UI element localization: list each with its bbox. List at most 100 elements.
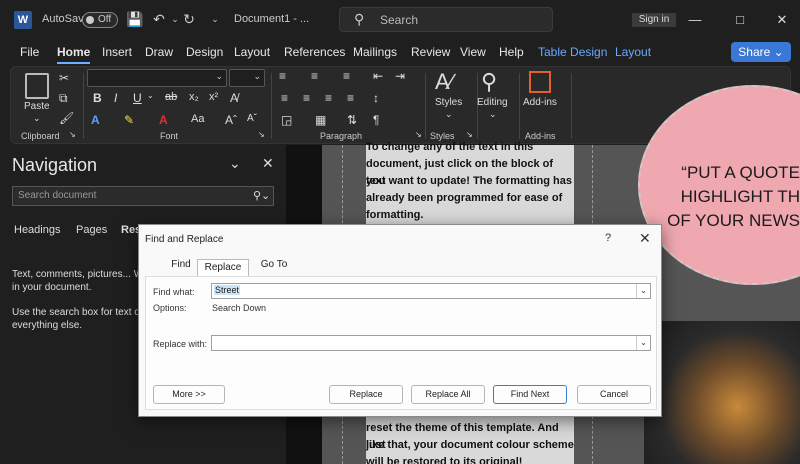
share-button[interactable]: Share ⌄	[731, 42, 791, 62]
title-search-box[interactable]: ⚲ Search	[339, 7, 553, 32]
find-replace-dialog: Find and Replace ? ✕ Find Replace Go To …	[138, 224, 662, 417]
shrink-font-icon[interactable]: Aˇ	[247, 113, 257, 124]
replace-all-button[interactable]: Replace All	[411, 385, 485, 404]
borders-icon[interactable]: ▦	[315, 113, 326, 127]
food-photo[interactable]	[644, 321, 800, 464]
styles-launcher-icon[interactable]: ↘	[466, 130, 473, 139]
change-case-icon[interactable]: Aa	[191, 113, 204, 125]
tab-design[interactable]: Design	[186, 45, 223, 59]
tab-home[interactable]: Home	[57, 45, 91, 64]
cancel-button[interactable]: Cancel	[577, 385, 651, 404]
tab-mailings[interactable]: Mailings	[353, 45, 397, 59]
superscript-icon[interactable]: x²	[209, 91, 218, 103]
shading-icon[interactable]: ◲	[281, 113, 292, 127]
minimize-icon[interactable]: —	[683, 8, 707, 32]
ribbon-tabs: File Home Insert Draw Design Layout Refe…	[0, 40, 800, 64]
copy-icon[interactable]: ⧉	[59, 91, 68, 106]
font-color-icon[interactable]: A	[159, 113, 168, 127]
paste-label[interactable]: Paste	[24, 101, 50, 112]
font-size-combo[interactable]: ⌄	[229, 69, 265, 87]
add-ins-icon[interactable]	[529, 71, 551, 93]
replace-with-label: Replace with:	[153, 339, 208, 349]
paragraph-launcher-icon[interactable]: ↘	[415, 130, 422, 139]
highlight-icon[interactable]: ✎	[124, 113, 134, 127]
nav-options-icon[interactable]: ⌄	[229, 155, 241, 172]
chevron-down-icon[interactable]: ⌄	[636, 336, 650, 350]
tab-table-layout[interactable]: Layout	[615, 45, 651, 59]
show-marks-icon[interactable]: ¶	[373, 113, 379, 127]
sign-in-button[interactable]: Sign in	[632, 13, 676, 27]
nav-tab-pages[interactable]: Pages	[76, 224, 107, 236]
dialog-tab-replace[interactable]: Replace	[197, 259, 249, 277]
subscript-icon[interactable]: x₂	[189, 91, 199, 103]
clipboard-launcher-icon[interactable]: ↘	[69, 130, 76, 139]
paste-dropdown-icon[interactable]: ⌄	[33, 113, 41, 124]
tab-insert[interactable]: Insert	[102, 45, 132, 59]
align-center-icon[interactable]: ≡	[303, 91, 310, 105]
replace-with-input[interactable]: ⌄	[211, 335, 651, 351]
tab-file[interactable]: File	[20, 45, 39, 59]
clear-formatting-icon[interactable]: A̸	[230, 91, 238, 105]
close-window-icon[interactable]: ✕	[770, 8, 794, 32]
dialog-help-button[interactable]: ?	[605, 232, 611, 244]
nav-tab-headings[interactable]: Headings	[14, 224, 60, 236]
editing-search-icon[interactable]: ⚲	[481, 69, 497, 95]
clipboard-group-label: Clipboard	[21, 131, 60, 141]
maximize-icon[interactable]: □	[728, 8, 752, 32]
bullets-icon[interactable]: ≡	[279, 69, 286, 83]
grow-font-icon[interactable]: Aˆ	[225, 113, 237, 127]
doc-text-line: like that, your document colour scheme	[366, 439, 574, 451]
styles-label[interactable]: Styles	[435, 97, 462, 108]
strikethrough-icon[interactable]: ab	[165, 91, 177, 103]
tab-view[interactable]: View	[460, 45, 486, 59]
search-icon[interactable]: ⚲⌄	[253, 189, 270, 202]
text-effects-icon[interactable]: A	[91, 113, 100, 127]
tab-references[interactable]: References	[284, 45, 345, 59]
customize-toolbar-icon[interactable]: ⌄	[206, 10, 224, 28]
font-launcher-icon[interactable]: ↘	[258, 130, 265, 139]
more-button[interactable]: More >>	[153, 385, 225, 404]
numbering-icon[interactable]: ≡	[311, 69, 318, 83]
document-title: Document1 - ...	[234, 13, 310, 25]
find-what-input[interactable]: Street ⌄	[211, 283, 651, 299]
align-left-icon[interactable]: ≡	[281, 91, 288, 105]
styles-dropdown-icon[interactable]: ⌄	[445, 109, 453, 120]
save-icon[interactable]: 💾	[126, 10, 144, 28]
navigation-title: Navigation	[12, 155, 98, 175]
nav-close-icon[interactable]: ✕	[262, 155, 274, 172]
dialog-tab-find[interactable]: Find	[161, 259, 201, 277]
format-painter-icon[interactable]: 🖌	[59, 111, 74, 125]
bold-icon[interactable]: B	[93, 91, 102, 105]
paragraph-group-label: Paragraph	[320, 131, 363, 141]
tab-layout[interactable]: Layout	[234, 45, 270, 59]
replace-button[interactable]: Replace	[329, 385, 403, 404]
align-right-icon[interactable]: ≡	[325, 91, 332, 105]
dialog-tab-goto[interactable]: Go To	[253, 259, 295, 277]
editing-label[interactable]: Editing	[477, 97, 508, 108]
underline-icon[interactable]: U	[133, 91, 142, 105]
italic-icon[interactable]: I	[114, 91, 117, 105]
underline-dropdown-icon[interactable]: ⌄	[147, 91, 154, 100]
justify-icon[interactable]: ≡	[347, 91, 354, 105]
increase-indent-icon[interactable]: ⇥	[395, 69, 405, 83]
tab-help[interactable]: Help	[499, 45, 524, 59]
dialog-close-icon[interactable]: ✕	[639, 230, 651, 247]
add-ins-label[interactable]: Add-ins	[523, 97, 557, 108]
find-next-button[interactable]: Find Next	[493, 385, 567, 404]
redo-icon[interactable]: ↻	[180, 10, 198, 28]
nav-search-input[interactable]: Search document ⚲⌄	[12, 186, 274, 206]
tab-table-design[interactable]: Table Design	[538, 45, 607, 59]
line-spacing-icon[interactable]: ↕	[373, 91, 379, 105]
cut-icon[interactable]: ✂	[59, 71, 69, 85]
paste-icon[interactable]	[25, 73, 49, 99]
editing-dropdown-icon[interactable]: ⌄	[489, 109, 497, 120]
chevron-down-icon[interactable]: ⌄	[636, 284, 650, 298]
tab-draw[interactable]: Draw	[145, 45, 173, 59]
font-name-combo[interactable]: ⌄	[87, 69, 227, 87]
tab-review[interactable]: Review	[411, 45, 450, 59]
decrease-indent-icon[interactable]: ⇤	[373, 69, 383, 83]
styles-icon[interactable]: A∕	[435, 69, 453, 95]
multilevel-list-icon[interactable]: ≡	[343, 69, 350, 83]
sort-icon[interactable]: ⇅	[347, 113, 357, 127]
autosave-toggle[interactable]: Off	[82, 12, 118, 28]
